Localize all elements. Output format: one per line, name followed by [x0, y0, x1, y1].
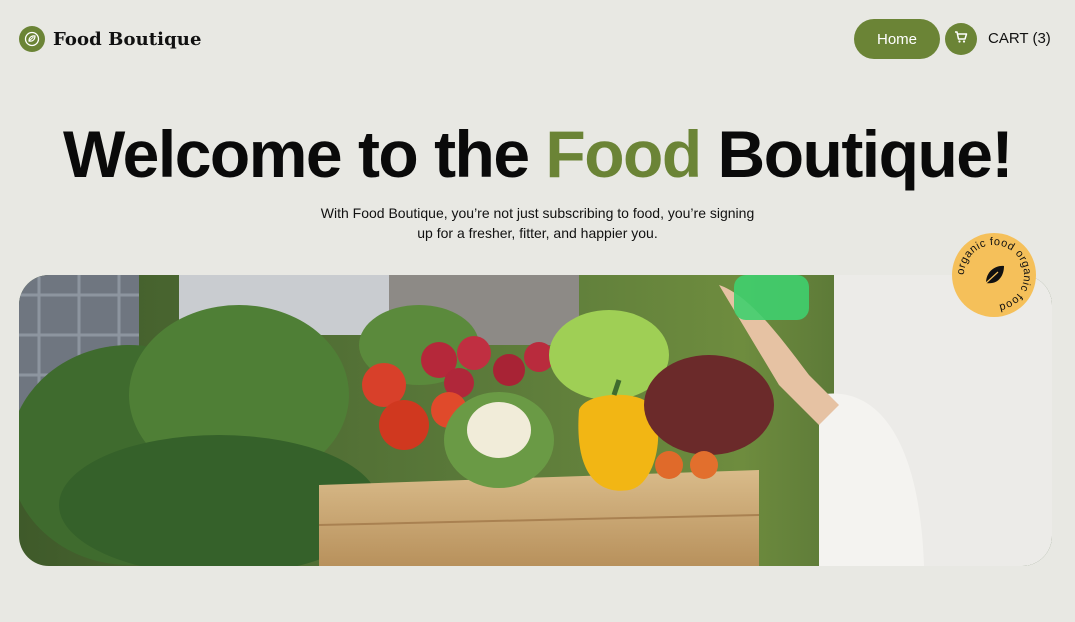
organic-food-badge: organic food organic food — [952, 233, 1036, 317]
hero-image — [19, 275, 1052, 566]
leaf-icon — [985, 265, 1004, 284]
hero-subtitle: With Food Boutique, you’re not just subs… — [320, 205, 755, 241]
hero-title: Welcome to the Food Boutique! — [0, 116, 1075, 192]
brand-name: Food Boutique — [53, 28, 202, 50]
cart-icon — [954, 30, 968, 49]
cart-link[interactable]: CART (3) — [988, 30, 1051, 47]
vegetable-crate-photo — [19, 275, 1052, 566]
hero-title-accent: Food — [545, 117, 702, 191]
brand[interactable]: Food Boutique — [19, 26, 202, 52]
top-navigation: Food Boutique Home CART (3) — [0, 0, 1075, 78]
hero-title-start: Welcome to the — [63, 117, 546, 191]
home-button[interactable]: Home — [854, 19, 940, 59]
leaf-logo-icon — [19, 26, 45, 52]
hero-title-end: Boutique! — [700, 117, 1014, 191]
cart-button[interactable] — [945, 23, 977, 55]
